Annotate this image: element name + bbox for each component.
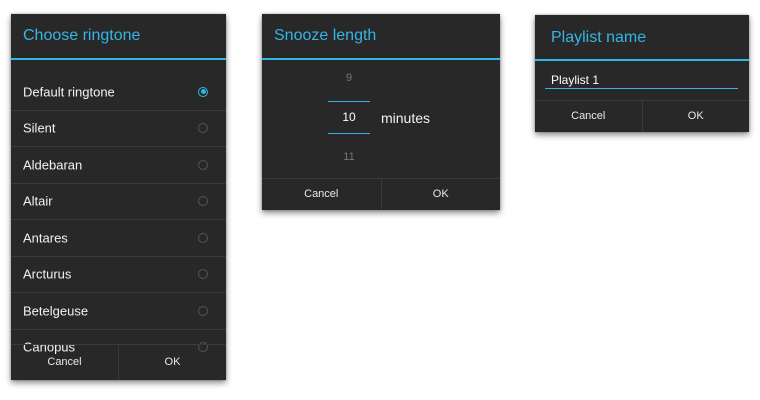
number-picker-divider-bottom xyxy=(328,133,370,134)
ringtone-item-label: Arcturus xyxy=(23,266,72,282)
ringtone-item-arcturus[interactable]: Arcturus xyxy=(11,257,226,293)
ringtone-item-default[interactable]: Default ringtone xyxy=(11,74,226,111)
radio-button-icon[interactable] xyxy=(198,196,208,207)
ringtone-item-label: Aldebaran xyxy=(23,157,83,173)
ringtone-item-aldebaran[interactable]: Aldebaran xyxy=(11,147,226,184)
cancel-button[interactable]: Cancel xyxy=(11,345,118,380)
playlist-button-bar: Cancel OK xyxy=(535,100,749,132)
ringtone-item-label: Altair xyxy=(23,193,53,209)
number-picker-previous-value[interactable]: 9 xyxy=(328,72,370,84)
choose-ringtone-dialog: Choose ringtone Default ringtone Silent … xyxy=(11,14,226,380)
ringtone-item-label: Antares xyxy=(23,230,68,246)
radio-button-icon[interactable] xyxy=(198,123,208,134)
ringtone-item-antares[interactable]: Antares xyxy=(11,220,226,257)
ringtone-list[interactable]: Default ringtone Silent Aldebaran Altair… xyxy=(11,74,226,358)
playlist-dialog-title: Playlist name xyxy=(535,15,749,61)
snooze-dialog-title: Snooze length xyxy=(262,14,500,60)
number-picker-divider-top xyxy=(328,101,370,102)
playlist-name-input[interactable] xyxy=(545,71,738,89)
snooze-length-dialog: Snooze length 9 10 11 minutes Cancel OK xyxy=(262,14,500,210)
number-picker-next-value[interactable]: 11 xyxy=(328,151,370,163)
cancel-button[interactable]: Cancel xyxy=(262,179,381,210)
ringtone-item-altair[interactable]: Altair xyxy=(11,184,226,220)
radio-button-icon[interactable] xyxy=(198,305,208,316)
number-picker-current-value[interactable]: 10 xyxy=(328,110,370,124)
ringtone-button-bar: Cancel OK xyxy=(11,344,226,380)
radio-button-icon[interactable] xyxy=(198,159,208,170)
ok-button[interactable]: OK xyxy=(641,101,750,132)
radio-button-icon[interactable] xyxy=(198,86,208,97)
ringtone-dialog-title: Choose ringtone xyxy=(11,14,226,60)
radio-button-icon[interactable] xyxy=(198,232,208,243)
ringtone-item-silent[interactable]: Silent xyxy=(11,111,226,147)
cancel-button[interactable]: Cancel xyxy=(535,101,642,132)
ringtone-item-label: Silent xyxy=(23,120,56,136)
ok-button[interactable]: OK xyxy=(118,345,226,380)
snooze-unit-label: minutes xyxy=(381,110,431,126)
ringtone-item-betelgeuse[interactable]: Betelgeuse xyxy=(11,293,226,330)
ringtone-item-label: Betelgeuse xyxy=(23,303,89,319)
playlist-name-dialog: Playlist name Cancel OK xyxy=(535,15,749,132)
ok-button[interactable]: OK xyxy=(380,179,501,210)
snooze-button-bar: Cancel OK xyxy=(262,178,500,210)
ringtone-item-label: Default ringtone xyxy=(23,84,115,100)
radio-button-icon[interactable] xyxy=(198,269,208,280)
